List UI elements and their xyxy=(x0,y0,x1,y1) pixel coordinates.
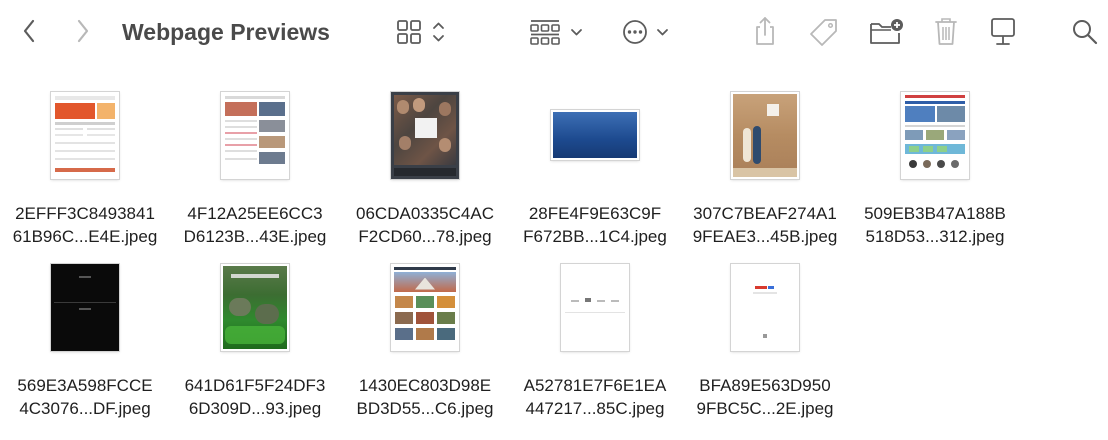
grid-view-icon[interactable] xyxy=(392,16,452,48)
thumbnail xyxy=(551,110,639,160)
file-name-line2: BD3D55...C6.jpeg xyxy=(356,399,494,418)
file-name: 2EFFF3C8493841 61B96C...E4E.jpeg xyxy=(0,202,174,248)
thumbnail xyxy=(391,263,459,351)
file-name-line1: 28FE4F9E63C9F xyxy=(528,204,662,223)
search-icon[interactable] xyxy=(1068,16,1102,48)
tag-icon[interactable] xyxy=(806,15,842,51)
group-by-icon[interactable] xyxy=(526,16,588,48)
file-name: 307C7BEAF274A1 9FEAE3...45B.jpeg xyxy=(676,202,854,248)
file-name-line1: 307C7BEAF274A1 xyxy=(693,204,837,223)
file-name: 569E3A598FCCE 4C3076...DF.jpeg xyxy=(0,374,174,420)
thumbnail xyxy=(51,91,119,179)
connect-display-icon[interactable] xyxy=(986,14,1020,48)
file-name-line1: A52781E7F6E1EA xyxy=(523,376,667,395)
file-name: BFA89E563D950 9FBC5C...2E.jpeg xyxy=(676,374,854,420)
file-name-line2: 9FBC5C...2E.jpeg xyxy=(696,399,834,418)
file-name: A52781E7F6E1EA 447217...85C.jpeg xyxy=(506,374,684,420)
file-name-line2: 6D309D...93.jpeg xyxy=(188,399,322,418)
chevron-left-icon[interactable] xyxy=(14,16,44,46)
thumbnail xyxy=(731,91,799,179)
file-name-line1: 2EFFF3C8493841 xyxy=(15,204,155,223)
thumbnail xyxy=(221,91,289,179)
file-name: 28FE4F9E63C9F F672BB...1C4.jpeg xyxy=(506,202,684,248)
share-icon[interactable] xyxy=(748,14,782,48)
file-name-line1: 06CDA0335C4AC xyxy=(356,204,494,223)
thumbnail xyxy=(51,263,119,351)
thumbnail xyxy=(731,263,799,351)
file-name: 4F12A25EE6CC3 D6123B...43E.jpeg xyxy=(166,202,344,248)
file-name-line2: D6123B...43E.jpeg xyxy=(183,227,327,246)
file-item[interactable]: 509EB3B47A188B 518D53...312.jpeg xyxy=(850,80,1020,250)
file-name-line2: 447217...85C.jpeg xyxy=(525,399,665,418)
file-name-line1: BFA89E563D950 xyxy=(699,376,831,395)
file-item[interactable]: 28FE4F9E63C9F F672BB...1C4.jpeg xyxy=(510,80,680,250)
file-name-line2: 61B96C...E4E.jpeg xyxy=(12,227,158,246)
file-name-line1: 4F12A25EE6CC3 xyxy=(187,204,323,223)
file-name-line2: F672BB...1C4.jpeg xyxy=(523,227,667,246)
new-folder-icon[interactable] xyxy=(866,15,906,49)
file-name: 641D61F5F24DF3 6D309D...93.jpeg xyxy=(166,374,344,420)
thumbnail xyxy=(391,91,459,179)
file-name-line1: 1430EC803D98E xyxy=(358,376,492,395)
window-title: Webpage Previews xyxy=(122,19,330,45)
file-item[interactable]: 06CDA0335C4AC F2CD60...78.jpeg xyxy=(340,80,510,250)
file-name-line1: 569E3A598FCCE xyxy=(17,376,153,395)
thumbnail xyxy=(901,91,969,179)
file-name: 06CDA0335C4AC F2CD60...78.jpeg xyxy=(336,202,514,248)
file-name-line2: 4C3076...DF.jpeg xyxy=(19,399,151,418)
ellipsis-circle-icon[interactable] xyxy=(618,16,676,48)
file-item[interactable]: 569E3A598FCCE 4C3076...DF.jpeg xyxy=(0,252,170,422)
toolbar: Webpage Previews xyxy=(0,0,1108,64)
file-item[interactable]: 307C7BEAF274A1 9FEAE3...45B.jpeg xyxy=(680,80,850,250)
file-name-line2: 518D53...312.jpeg xyxy=(865,227,1005,246)
trash-icon[interactable] xyxy=(930,14,962,48)
file-name-line1: 509EB3B47A188B xyxy=(864,204,1006,223)
file-item[interactable]: BFA89E563D950 9FBC5C...2E.jpeg xyxy=(680,252,850,422)
file-item[interactable]: 2EFFF3C8493841 61B96C...E4E.jpeg xyxy=(0,80,170,250)
chevron-right-icon[interactable] xyxy=(68,16,98,46)
file-name: 509EB3B47A188B 518D53...312.jpeg xyxy=(846,202,1024,248)
file-item[interactable]: 641D61F5F24DF3 6D309D...93.jpeg xyxy=(170,252,340,422)
file-name-line1: 641D61F5F24DF3 xyxy=(184,376,326,395)
file-item[interactable]: A52781E7F6E1EA 447217...85C.jpeg xyxy=(510,252,680,422)
file-name-line2: F2CD60...78.jpeg xyxy=(358,227,492,246)
thumbnail xyxy=(561,263,629,351)
file-item[interactable]: 4F12A25EE6CC3 D6123B...43E.jpeg xyxy=(170,80,340,250)
file-item[interactable]: 1430EC803D98E BD3D55...C6.jpeg xyxy=(340,252,510,422)
file-name: 1430EC803D98E BD3D55...C6.jpeg xyxy=(336,374,514,420)
thumbnail xyxy=(221,263,289,351)
file-name-line2: 9FEAE3...45B.jpeg xyxy=(692,227,838,246)
